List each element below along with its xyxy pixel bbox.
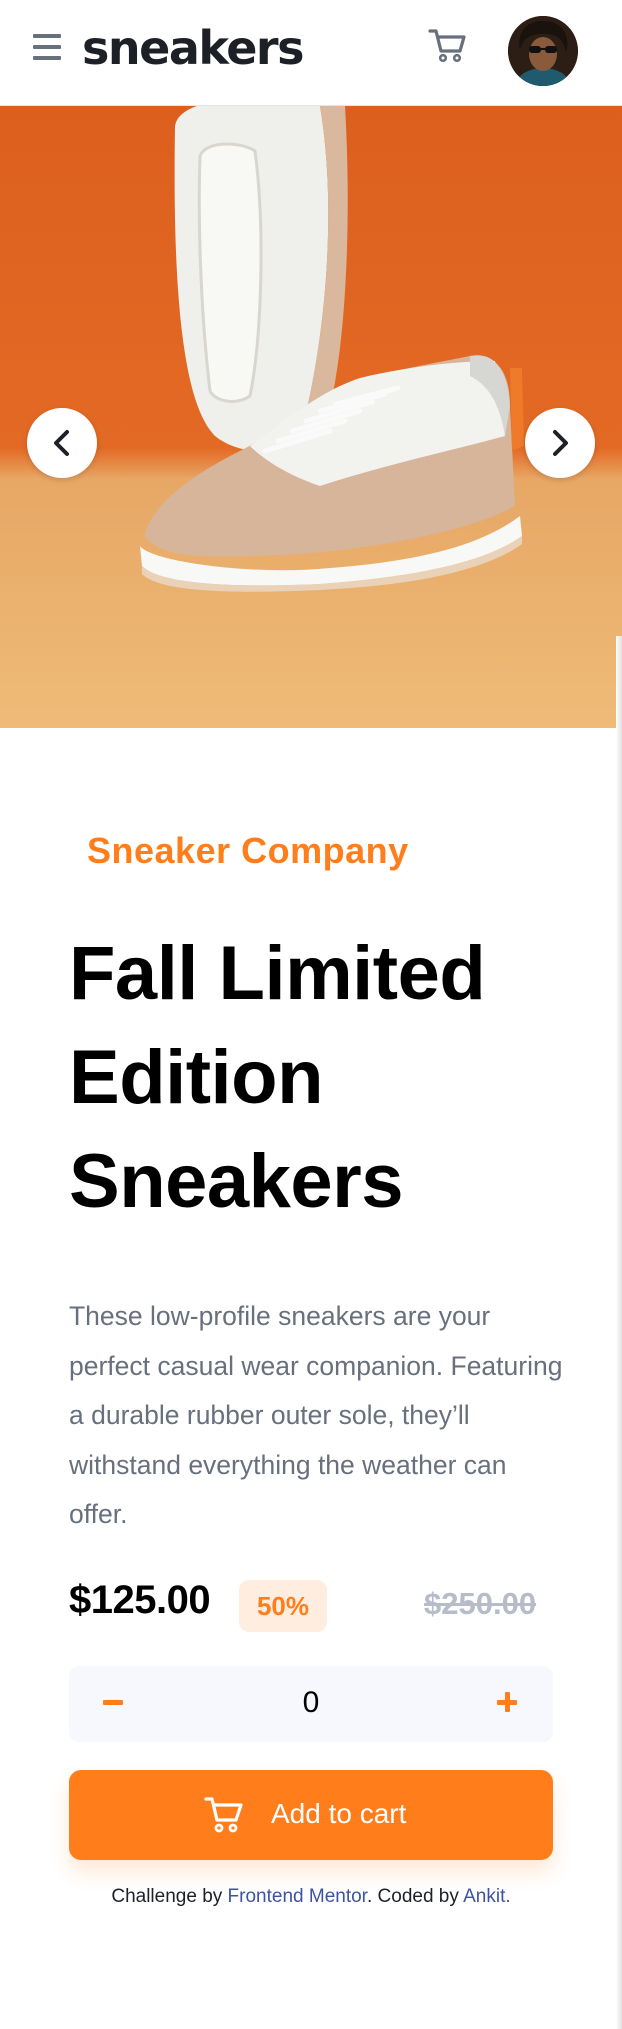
product-image-gallery (0, 106, 622, 728)
author-link[interactable]: Ankit (463, 1886, 505, 1907)
quantity-stepper: 0 (69, 1666, 553, 1742)
frontend-mentor-link[interactable]: Frontend Mentor (228, 1886, 367, 1907)
hamburger-menu-icon[interactable] (33, 34, 61, 60)
plus-icon-vertical (505, 1692, 510, 1712)
add-to-cart-label: Add to cart (271, 1798, 407, 1829)
attribution-suffix: . (505, 1886, 511, 1907)
logo[interactable]: sneakers (82, 18, 305, 78)
next-image-button[interactable] (525, 408, 595, 478)
attribution: Challenge by Frontend Mentor. Coded by A… (0, 1886, 622, 1908)
discount-badge: 50% (239, 1580, 327, 1632)
cart-icon[interactable] (428, 28, 468, 64)
chevron-left-icon (54, 430, 69, 456)
product-image (140, 106, 524, 592)
previous-image-button[interactable] (27, 408, 97, 478)
original-price: $250.00 (424, 1586, 537, 1621)
attribution-prefix: Challenge by (111, 1886, 223, 1907)
current-price: $125.00 (69, 1578, 211, 1622)
site-header: sneakers (0, 0, 622, 106)
chevron-right-icon (553, 430, 568, 456)
cart-icon (204, 1797, 243, 1833)
add-to-cart-button[interactable]: Add to cart (69, 1770, 553, 1860)
attribution-middle: . Coded by (366, 1886, 459, 1907)
increase-quantity-button[interactable] (473, 1666, 553, 1742)
user-avatar[interactable] (508, 16, 578, 86)
company-name: Sneaker Company (87, 830, 409, 871)
product-title: Fall Limited Edition Sneakers (69, 931, 486, 1224)
scrollbar-shadow (616, 636, 622, 2029)
product-description: These low-profile sneakers are your perf… (69, 1301, 563, 1529)
